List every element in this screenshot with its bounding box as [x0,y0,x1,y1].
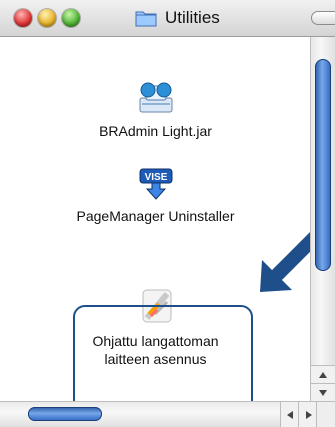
file-item-bradmin[interactable]: BRAdmin Light.jar [0,80,311,140]
file-label: BRAdmin Light.jar [99,123,212,139]
folder-icon [135,9,157,27]
arrow-down-icon [319,390,327,396]
window-titlebar[interactable]: Utilities [0,0,335,37]
vertical-scrollbar[interactable] [310,37,335,402]
scroll-left-button[interactable] [280,402,299,427]
vise-icon-text: VISE [144,172,167,183]
vertical-scroll-thumb[interactable] [315,59,331,271]
window-title-group: Utilities [135,7,220,29]
arrow-right-icon [306,411,312,419]
file-item-pagemanager-uninstaller[interactable]: VISE PageManager Uninstaller [0,165,311,225]
vise-installer-icon: VISE [134,165,178,201]
finder-content: BRAdmin Light.jar VISE PageManager Unins… [0,37,329,418]
minimize-button[interactable] [38,9,56,27]
horizontal-scroll-thumb[interactable] [28,407,102,421]
scroll-down-button[interactable] [311,383,335,402]
arrow-left-icon [287,411,293,419]
resize-corner[interactable] [316,402,335,427]
horizontal-scrollbar[interactable] [0,401,335,427]
scroll-up-button[interactable] [311,365,335,384]
bradmin-icon [136,80,176,116]
toolbar-toggle-button[interactable] [311,11,335,25]
zoom-button[interactable] [62,9,80,27]
close-button[interactable] [14,9,32,27]
window-title: Utilities [165,8,220,27]
arrow-up-icon [319,372,327,378]
scroll-right-button[interactable] [298,402,317,427]
